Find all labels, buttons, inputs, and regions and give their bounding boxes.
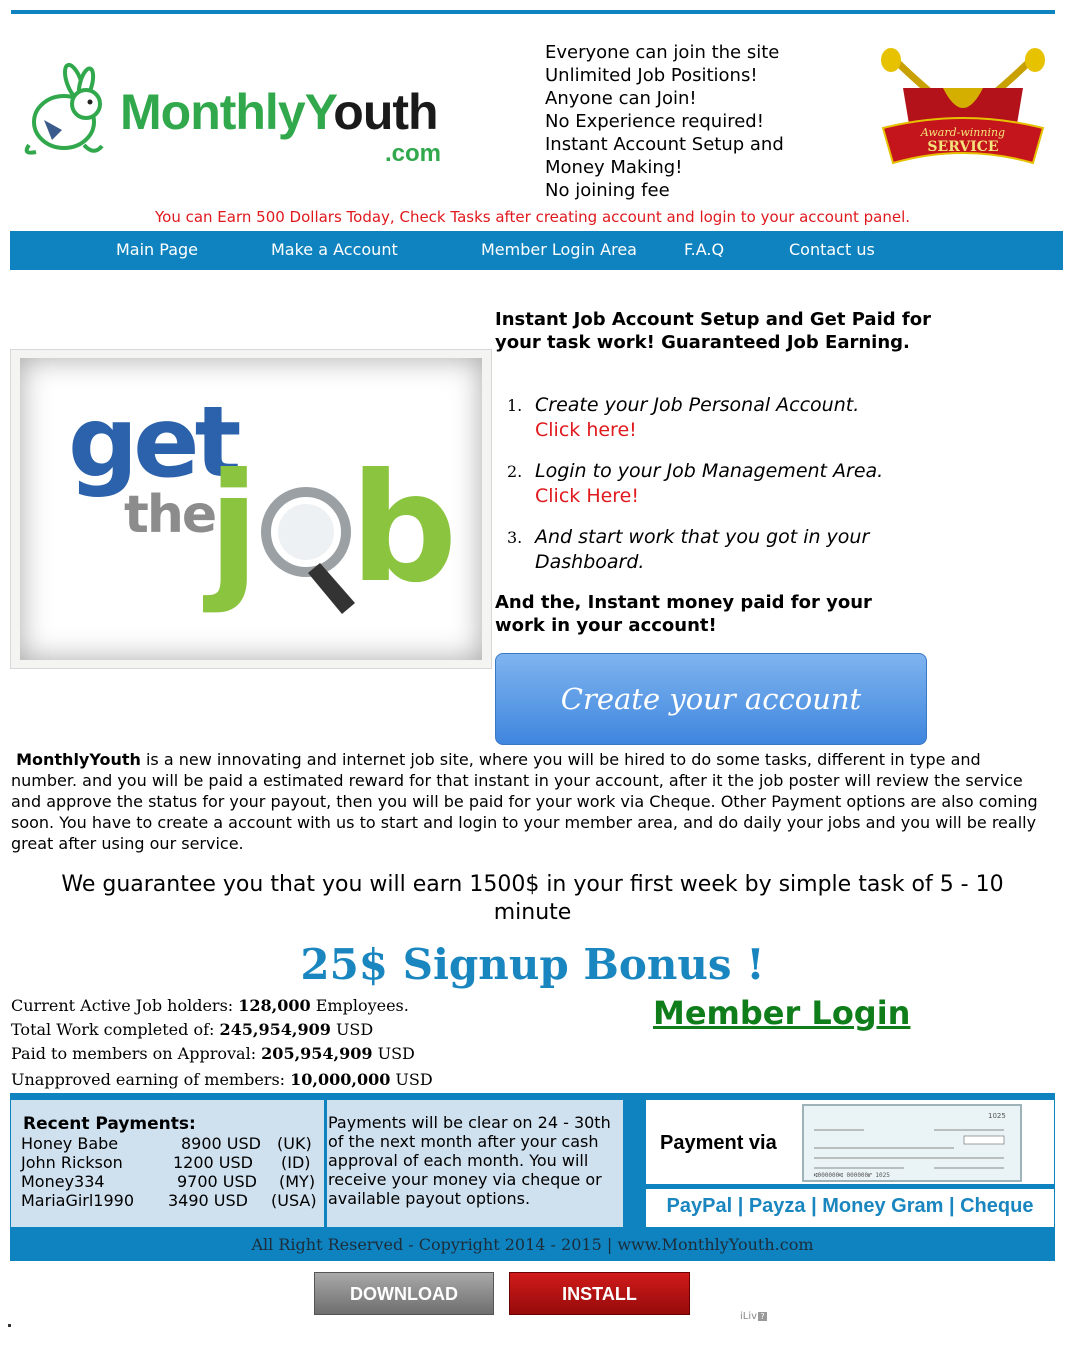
logo-com: .com [385, 140, 442, 167]
feature-item: Unlimited Job Positions! [545, 65, 758, 86]
feature-item: No joining fee [545, 180, 670, 201]
award-badge-icon: Award-winning SERVICE [881, 48, 1045, 165]
dot-marker [8, 1324, 11, 1327]
guarantee-text: We guarantee you that you will earn 1500… [61, 872, 1004, 925]
step-text: Login to your Job Management Area. [535, 460, 884, 482]
create-account-link[interactable]: Click here! [535, 418, 945, 443]
top-border [11, 10, 1055, 14]
payment-note: Payments will be clear on 24 - 30th of t… [328, 1113, 611, 1208]
feature-item: Everyone can join the site [545, 42, 780, 63]
stat-row: Unapproved earning of members: 10,000,00… [11, 1070, 433, 1089]
payment-divider [646, 1184, 1054, 1189]
earn-banner: You can Earn 500 Dollars Today, Check Ta… [154, 208, 911, 226]
steps-list: 1. Create your Job Personal Account. Cli… [495, 393, 945, 591]
about-brand: MonthlyYouth [16, 750, 141, 769]
ilivid-badge[interactable]: iLiv? [740, 1311, 768, 1322]
instructions-title: Instant Job Account Setup and Get Paid f… [495, 309, 931, 353]
rabbit-logo-icon [24, 62, 104, 155]
stat-value: 10,000,000 [290, 1070, 391, 1089]
stat-value: 205,954,909 [261, 1044, 373, 1063]
get-the-job-logo-icon: get the j b [68, 386, 457, 616]
feature-item: Anyone can Join! [545, 88, 697, 109]
cheque-icon: 1025 ⑆000000⑆ 000000⑈ 1025 [814, 1112, 1006, 1179]
logo-the: the [124, 485, 215, 545]
about-text: is a new innovating and internet job sit… [11, 750, 1038, 853]
logo-b: b [350, 442, 457, 616]
stat-row: Current Active Job holders: 128,000 Empl… [11, 996, 409, 1015]
step-text: And start work that you got in your Dash… [535, 526, 870, 573]
feature-item: Money Making! [545, 157, 683, 178]
signup-bonus-heading: 25$ Signup Bonus ! [300, 940, 765, 989]
stat-value: 245,954,909 [219, 1020, 331, 1039]
step-number: 3. [507, 528, 523, 547]
payment-note-box: Payments will be clear on 24 - 30th of t… [327, 1100, 623, 1227]
payment-via-label: Payment via [660, 1132, 777, 1154]
step-item: 3. And start work that you got in your D… [495, 525, 945, 575]
step-number: 1. [507, 396, 523, 415]
payments-panel: Recent Payments: Honey Babe 8900 USD (UK) … [10, 1093, 1055, 1231]
nav-contact[interactable]: Contact us [789, 240, 875, 259]
step-item: 1. Create your Job Personal Account. Cli… [495, 393, 945, 443]
stat-row: Paid to members on Approval: 205,954,909… [11, 1044, 415, 1063]
feature-item: No Experience required! [545, 111, 764, 132]
site-logo-text[interactable]: MonthlyYouth [120, 82, 439, 142]
member-login-link[interactable]: Member Login [653, 994, 910, 1032]
main-nav: Main Page Make a Account Member Login Ar… [10, 231, 1063, 270]
get-the-job-image: get the j b [10, 349, 492, 669]
cheque-number: 1025 [988, 1112, 1006, 1120]
create-account-button[interactable]: Create your account [495, 653, 927, 745]
recent-payments-title: Recent Payments: [23, 1114, 196, 1134]
nav-faq[interactable]: F.A.Q [684, 240, 724, 259]
recent-payments-box: Recent Payments: Honey Babe 8900 USD (UK) … [11, 1100, 324, 1227]
logo-y: Y [304, 84, 335, 140]
payment-via-box: Payment via 1025 ⑆000000⑆ 000000⑈ 1025 P… [646, 1100, 1054, 1227]
stat-row: Total Work completed of: 245,954,909 USD [11, 1020, 374, 1039]
feature-item: Instant Account Setup and [545, 134, 784, 155]
cheque-image: 1025 ⑆000000⑆ 000000⑈ 1025 [802, 1104, 1022, 1182]
award-text-main: SERVICE [927, 139, 998, 155]
stats-list: Current Active Job holders: 128,000 Empl… [11, 994, 433, 1092]
nav-main-page[interactable]: Main Page [116, 240, 198, 259]
logo-j: j [203, 442, 259, 616]
nav-member-login[interactable]: Member Login Area [481, 240, 637, 259]
copyright-bar: All Right Reserved - Copyright 2014 - 20… [10, 1231, 1055, 1261]
step-number: 2. [507, 462, 523, 481]
payment-methods: PayPal | Payza | Money Gram | Cheque [666, 1195, 1034, 1217]
install-button[interactable]: INSTALL [509, 1272, 690, 1315]
award-text-top: Award-winning [920, 126, 1005, 139]
step-text: Create your Job Personal Account. [535, 394, 860, 416]
login-link[interactable]: Click Here! [535, 484, 945, 509]
stat-value: 128,000 [238, 996, 311, 1015]
instant-paid-text: And the, Instant money paid for your wor… [495, 592, 872, 636]
nav-make-account[interactable]: Make a Account [271, 240, 398, 259]
feature-list: Everyone can join the site Unlimited Job… [545, 41, 845, 202]
download-button[interactable]: DOWNLOAD [314, 1272, 494, 1315]
about-paragraph: MonthlyYouth is a new innovating and int… [11, 749, 1051, 854]
info-icon: ? [758, 1312, 768, 1321]
step-item: 2. Login to your Job Management Area. Cl… [495, 459, 945, 509]
svg-text:⑆000000⑆ 000000⑈ 1025: ⑆000000⑆ 000000⑈ 1025 [814, 1172, 890, 1179]
